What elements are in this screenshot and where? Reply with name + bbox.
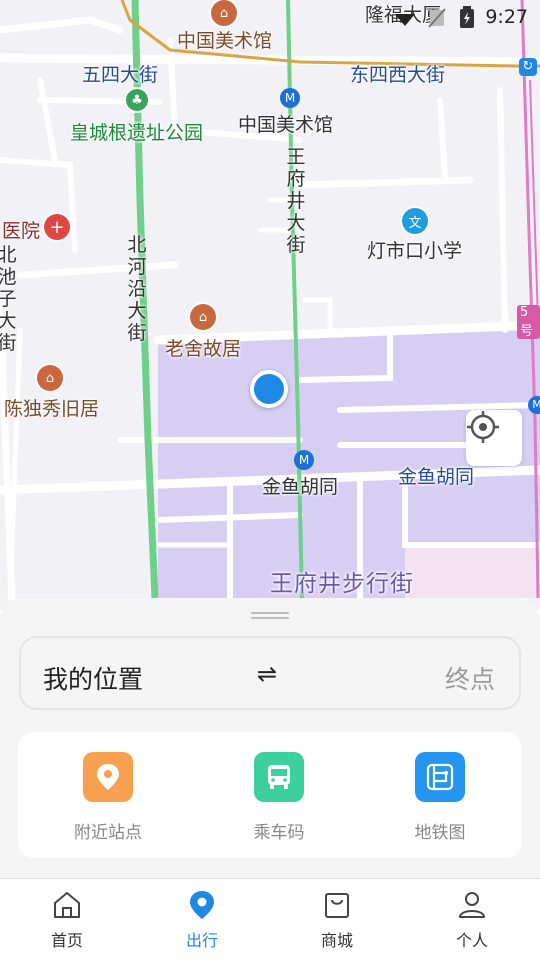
location-pin-icon	[83, 752, 133, 802]
nearby-stations-button[interactable]: 附近站点	[48, 752, 168, 843]
highway-shield-icon: ↻	[519, 58, 537, 76]
metro-station-icon[interactable]: M	[294, 450, 314, 470]
map-label-huangcheng-park[interactable]: 皇城根遗址公园	[70, 118, 203, 145]
map-label-wusi-street: 五四大街	[82, 64, 159, 86]
service-label: 乘车码	[253, 823, 305, 843]
clock: 9:27	[485, 6, 528, 28]
service-label: 地铁图	[414, 823, 466, 843]
park-icon[interactable]: ♣	[126, 89, 148, 111]
tab-label: 个人	[455, 931, 488, 950]
hospital-icon[interactable]: +	[44, 214, 70, 240]
map-label-art-museum-station[interactable]: 中国美术馆	[238, 110, 333, 137]
origin-field[interactable]: 我的位置	[43, 660, 143, 696]
tab-home[interactable]: 首页	[17, 889, 117, 951]
map-area-pink	[405, 545, 540, 598]
locate-me-button[interactable]	[466, 410, 522, 466]
map-view[interactable]: 隆福大厦 9:27 ⌂ 中国美术馆 五四大街 东四西大街 ↻ ♣ 皇城根遗址公园…	[0, 0, 540, 610]
service-grid: 附近站点 乘车码 地铁图	[18, 732, 522, 858]
museum-icon[interactable]: ⌂	[37, 365, 63, 391]
tab-label: 商城	[320, 931, 353, 950]
map-label-dengshikou-school[interactable]: 灯市口小学	[367, 236, 462, 263]
museum-icon[interactable]: ⌂	[211, 0, 237, 26]
shopping-bag-icon	[325, 893, 349, 918]
crosshair-icon	[467, 411, 499, 443]
museum-icon[interactable]: ⌂	[190, 304, 216, 330]
service-label: 附近站点	[74, 823, 142, 843]
map-label-dongsi-west-street: 东四西大街	[350, 64, 446, 86]
home-icon	[54, 892, 80, 918]
map-label-beiheyan-street: 北河沿大街	[127, 234, 147, 344]
metro-map-button[interactable]: 地铁图	[380, 752, 500, 843]
bottom-tab-bar: 首页 出行 商城 个人	[0, 878, 540, 961]
current-location-marker	[250, 370, 288, 408]
map-label-national-art-museum[interactable]: 中国美术馆	[177, 26, 272, 53]
map-label-wangfujing-pedestrian: 王府井步行街	[270, 571, 414, 597]
destination-field[interactable]: 终点	[445, 660, 495, 696]
school-icon[interactable]: 文	[402, 208, 428, 234]
map-label-wangfujing-street: 王府井大街	[286, 146, 306, 256]
swap-icon[interactable]: ⇌	[257, 660, 277, 688]
map-label-hospital[interactable]: 医院	[2, 216, 40, 243]
metro-station-icon[interactable]: M	[280, 88, 300, 108]
location-icon	[190, 891, 214, 919]
metro-line-badge: 5号	[517, 305, 540, 339]
route-input[interactable]: 我的位置 ⇌ 终点	[19, 636, 521, 710]
ride-code-button[interactable]: 乘车码	[219, 752, 339, 843]
map-canvas	[0, 0, 540, 602]
map-label-beichizi-street: 北池子大街	[0, 244, 17, 354]
tab-label: 出行	[185, 931, 218, 950]
tab-profile[interactable]: 个人	[422, 889, 522, 951]
metro-station-icon[interactable]: M	[528, 396, 540, 414]
map-label-jinyu-hutong-station[interactable]: 金鱼胡同	[262, 472, 338, 499]
person-icon	[459, 892, 485, 918]
sheet-drag-handle[interactable]	[251, 612, 289, 619]
bottom-sheet[interactable]: 我的位置 ⇌ 终点 附近站点 乘车码 地铁图	[0, 598, 540, 878]
bus-icon	[254, 752, 304, 802]
map-label-laoshe-residence[interactable]: 老舍故居	[165, 334, 241, 361]
tab-mall[interactable]: 商城	[287, 889, 387, 951]
tab-label: 首页	[50, 931, 83, 950]
map-label-jinyu-hutong: 金鱼胡同	[398, 466, 475, 488]
metro-map-icon	[415, 752, 465, 802]
tab-travel[interactable]: 出行	[152, 889, 252, 951]
map-label-chen-duxiu-residence[interactable]: 陈独秀旧居	[4, 394, 99, 421]
